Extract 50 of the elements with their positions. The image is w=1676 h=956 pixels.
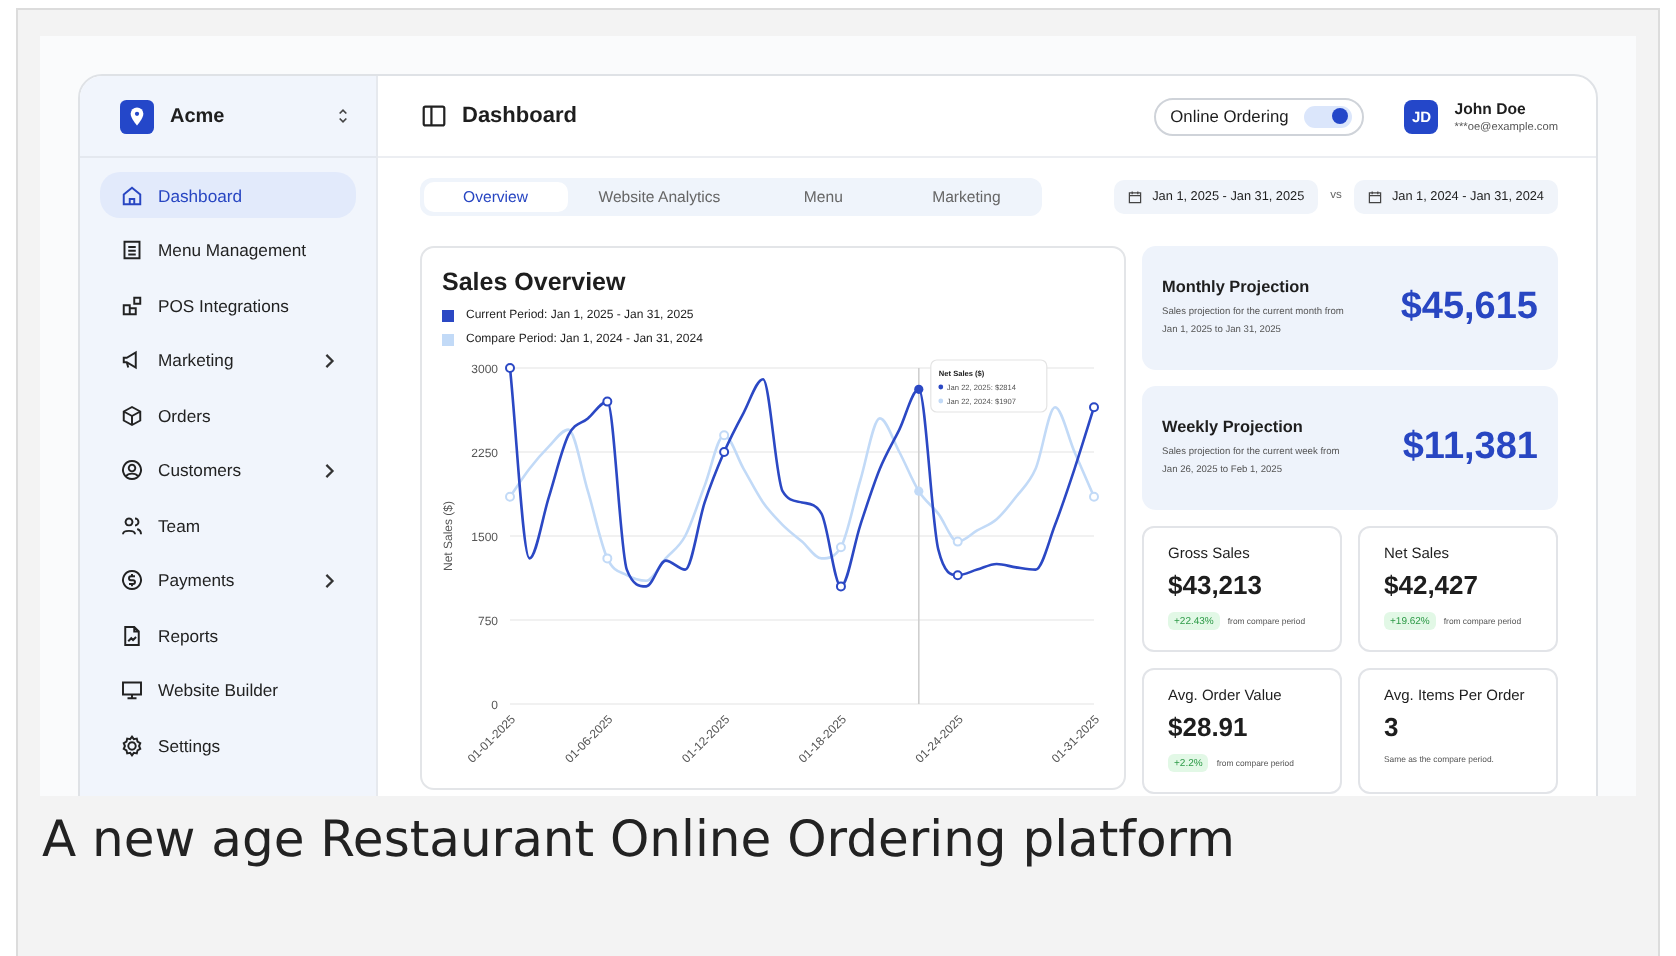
highlighted-point xyxy=(914,384,924,394)
data-point-marker[interactable] xyxy=(505,363,515,373)
tooltip-dot xyxy=(938,398,944,404)
stat-value: $43,213 xyxy=(1168,570,1264,600)
projection-title: Weekly Projection xyxy=(1162,417,1305,435)
sidebar-item[interactable]: Website Builder xyxy=(100,667,356,713)
projection-value: $45,615 xyxy=(1400,286,1538,330)
brand-name: Acme xyxy=(170,105,227,127)
sidebar-item[interactable]: POS Integrations xyxy=(100,282,356,328)
projection-value: $11,381 xyxy=(1402,426,1538,470)
toggle-switch[interactable] xyxy=(1304,105,1353,127)
projection-title: Monthly Projection xyxy=(1162,277,1312,295)
data-point-marker[interactable] xyxy=(952,570,963,581)
sidebar-item[interactable]: Team xyxy=(100,502,356,548)
data-point-marker[interactable] xyxy=(835,581,846,592)
data-point-marker[interactable] xyxy=(1089,402,1099,413)
stat-value: 3 xyxy=(1384,712,1401,742)
nav-icon xyxy=(120,733,144,757)
sidebar-item[interactable]: Marketing xyxy=(100,337,356,383)
sidebar-item[interactable]: Reports xyxy=(100,612,356,658)
sidebar-item[interactable]: Menu Management xyxy=(100,227,356,273)
sidebar-toggle-icon[interactable] xyxy=(422,104,446,128)
chart-title: Sales Overview xyxy=(440,268,628,296)
stat-value: $28.91 xyxy=(1168,712,1250,742)
nav-icon xyxy=(120,513,144,537)
nav-icon xyxy=(120,403,144,427)
nav-icon xyxy=(120,678,144,702)
sidebar-item[interactable]: Customers xyxy=(100,447,356,493)
nav-icon xyxy=(120,293,144,317)
tooltip-dot xyxy=(938,384,944,390)
highlighted-point xyxy=(914,486,924,496)
stat-value: $42,427 xyxy=(1384,570,1480,600)
caption: A new age Restaurant Online Ordering platform xyxy=(40,808,1237,868)
page-title: Dashboard xyxy=(462,104,579,128)
nav-icon xyxy=(120,238,144,262)
nav-icon xyxy=(120,183,144,207)
sidebar-item[interactable]: Settings xyxy=(100,722,356,768)
calendar-icon xyxy=(1128,189,1143,203)
data-point-marker[interactable] xyxy=(719,447,730,457)
sidebar-item[interactable]: Dashboard xyxy=(100,172,356,218)
logo-icon xyxy=(120,99,154,133)
nav-icon xyxy=(120,568,144,592)
nav-icon xyxy=(120,623,144,647)
calendar-icon xyxy=(1367,189,1382,203)
sidebar-item[interactable]: Payments xyxy=(100,557,356,603)
chevron-updown-icon[interactable] xyxy=(336,106,350,126)
online-ordering-toggle[interactable]: Online Ordering xyxy=(1154,97,1365,135)
data-point-marker[interactable] xyxy=(602,396,613,407)
nav-icon xyxy=(120,458,144,482)
sidebar-item[interactable]: Orders xyxy=(100,392,356,438)
